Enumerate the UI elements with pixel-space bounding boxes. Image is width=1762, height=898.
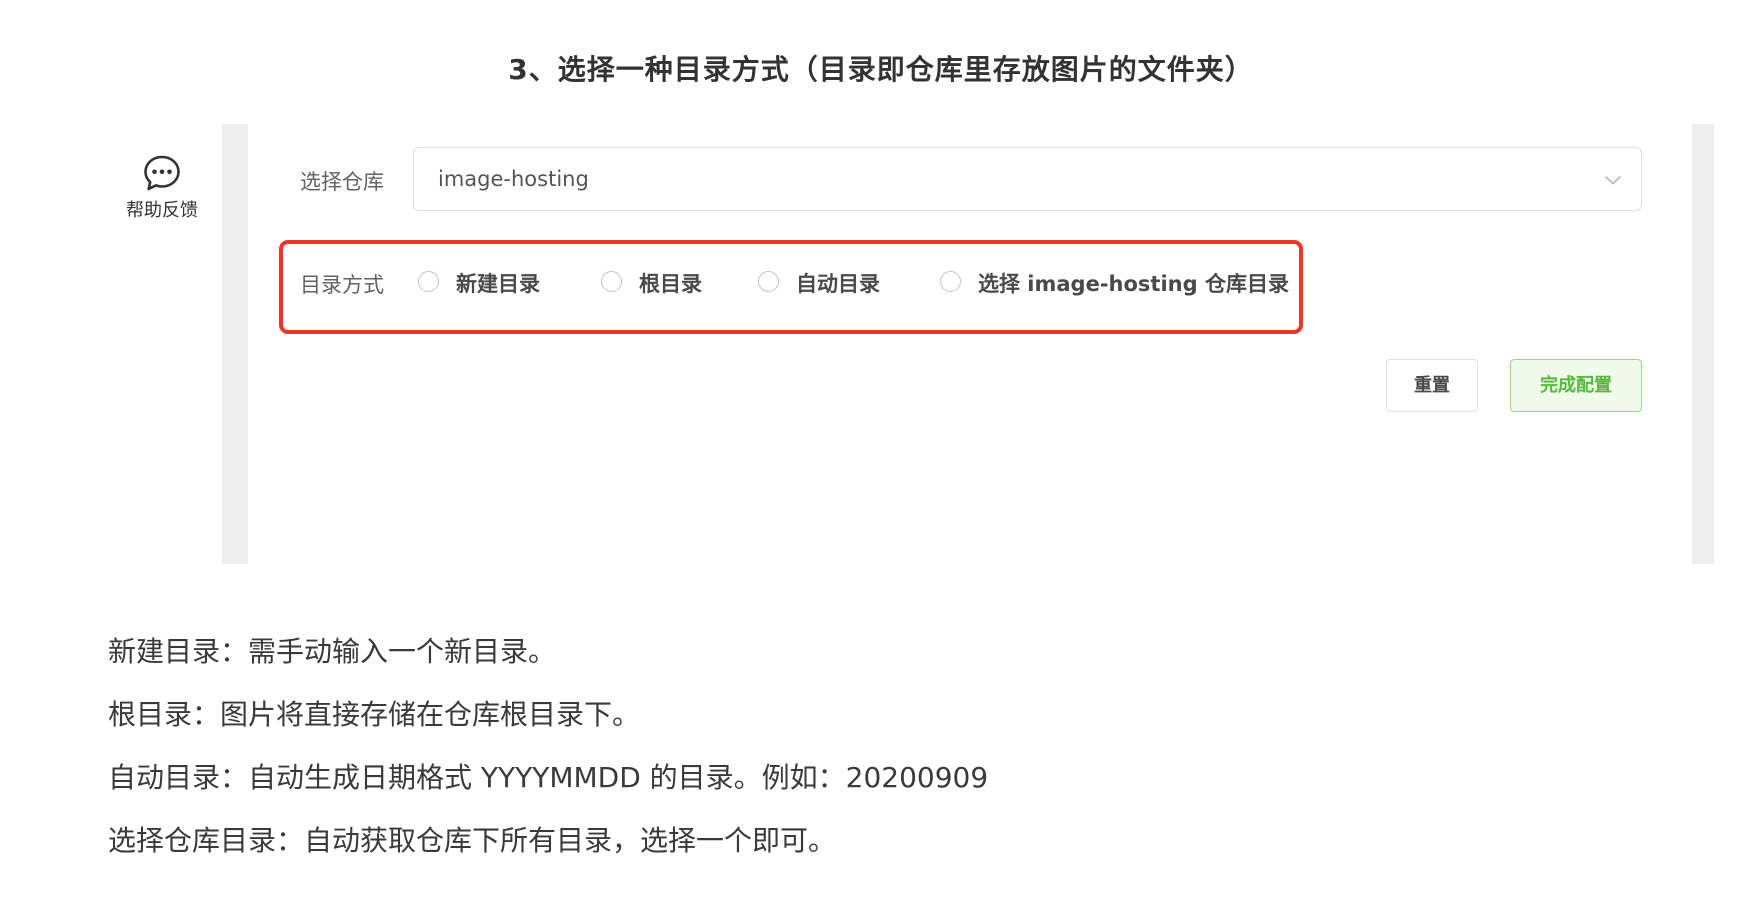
desc-root-dir: 根目录：图片将直接存储在仓库根目录下。 xyxy=(108,698,641,731)
repo-label: 选择仓库 xyxy=(300,170,384,194)
radio-circle[interactable] xyxy=(418,271,439,292)
dir-mode-label: 目录方式 xyxy=(300,273,384,297)
step-heading: 3、选择一种目录方式（目录即仓库里存放图片的文件夹） xyxy=(508,53,1254,86)
desc-select-repo-dir: 选择仓库目录：自动获取仓库下所有目录，选择一个即可。 xyxy=(108,824,837,857)
chat-bubble-icon xyxy=(144,155,180,191)
radio-circle[interactable] xyxy=(601,271,622,292)
help-feedback-button[interactable]: 帮助反馈 xyxy=(116,153,208,222)
radio-label: 新建目录 xyxy=(456,272,540,296)
help-feedback-label: 帮助反馈 xyxy=(126,200,198,221)
desc-auto-dir: 自动目录：自动生成日期格式 YYYYMMDD 的目录。例如：20200909 xyxy=(108,761,989,794)
left-gutter xyxy=(222,124,248,564)
repo-select-value: image-hosting xyxy=(438,167,589,191)
right-gutter xyxy=(1692,124,1714,564)
radio-label: 自动目录 xyxy=(796,272,880,296)
radio-circle[interactable] xyxy=(940,271,961,292)
repo-select[interactable]: image-hosting xyxy=(413,147,1642,211)
radio-label: 选择 image-hosting 仓库目录 xyxy=(978,272,1289,296)
complete-config-button[interactable]: 完成配置 xyxy=(1510,359,1642,412)
radio-label: 根目录 xyxy=(639,272,702,296)
chevron-down-icon xyxy=(1605,176,1621,185)
radio-circle[interactable] xyxy=(758,271,779,292)
config-panel: 选择仓库 image-hosting 目录方式 新建目录 根目录 自动目录 选择… xyxy=(248,124,1692,564)
reset-button[interactable]: 重置 xyxy=(1386,359,1478,412)
desc-new-dir: 新建目录：需手动输入一个新目录。 xyxy=(108,635,557,668)
